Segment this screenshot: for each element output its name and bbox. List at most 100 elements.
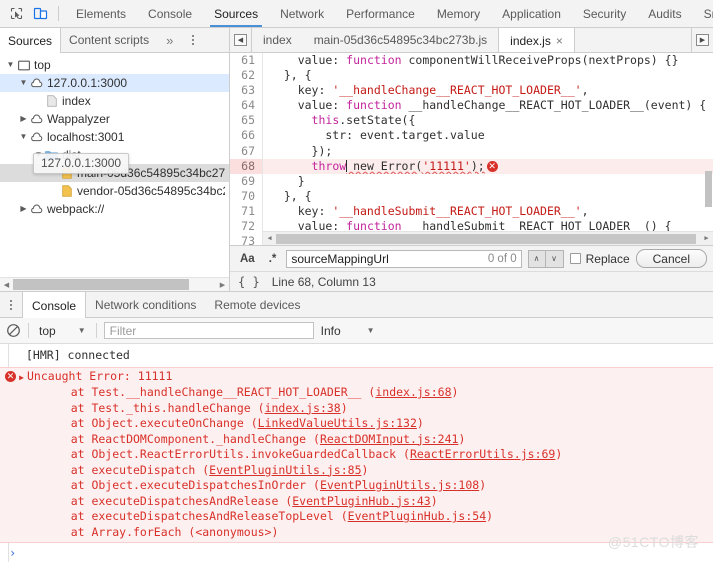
find-input[interactable] <box>291 251 482 266</box>
scroll-right-arrow-icon[interactable]: ▶ <box>216 281 229 289</box>
close-icon[interactable]: × <box>556 34 563 48</box>
replace-checkbox-group[interactable]: Replace <box>569 252 630 266</box>
line-number[interactable]: 73 <box>230 234 263 245</box>
line-number[interactable]: 62 <box>230 68 263 84</box>
line-number[interactable]: 72 <box>230 219 263 235</box>
tree-item-vendor-bundle[interactable]: vendor-05d36c54895c34bc2 <box>0 182 229 200</box>
editor-tab-index[interactable]: index <box>252 28 303 52</box>
pretty-print-icon[interactable]: { } <box>238 275 260 289</box>
find-replace-bar: Aa .* 0 of 0 ∧ ∨ Replace Cancel <box>230 245 713 271</box>
twisty-icon[interactable]: ▶ <box>18 110 29 128</box>
tab-application[interactable]: Application <box>491 0 572 27</box>
cancel-button[interactable]: Cancel <box>635 249 707 268</box>
scrollbar-track[interactable] <box>13 278 216 291</box>
navigator-horizontal-scrollbar[interactable]: ◀ ▶ <box>0 277 229 291</box>
tab-network[interactable]: Network <box>269 0 335 27</box>
twisty-icon[interactable]: ▶ <box>18 200 29 218</box>
execution-context-select[interactable]: top ▼ <box>36 324 89 338</box>
device-toolbar-icon[interactable] <box>32 5 49 22</box>
console-filter-wrapper[interactable] <box>103 322 314 339</box>
nav-tab-sources[interactable]: Sources <box>0 28 62 54</box>
inspect-element-icon[interactable] <box>8 5 25 22</box>
console-level-select[interactable]: Info ▼ <box>321 324 375 338</box>
editor-vertical-scrollbar[interactable] <box>703 53 713 245</box>
line-number[interactable]: 63 <box>230 83 263 99</box>
tab-audits[interactable]: Audits <box>637 0 692 27</box>
tab-elements[interactable]: Elements <box>65 0 137 27</box>
scrollbar-thumb[interactable] <box>13 279 189 290</box>
stack-frame-link[interactable]: index.js:38 <box>265 401 341 415</box>
find-previous-button[interactable]: ∧ <box>527 249 546 268</box>
stack-frame-link[interactable]: ReactErrorUtils.js:69 <box>410 447 555 461</box>
match-case-button[interactable]: Aa <box>236 252 259 266</box>
stack-frame-link[interactable]: EventPluginHub.js:43 <box>292 494 430 508</box>
line-number[interactable]: 64 <box>230 98 263 114</box>
stack-frame-link[interactable]: ReactDOMInput.js:241 <box>320 432 458 446</box>
console-filter-input[interactable] <box>109 323 308 338</box>
replace-checkbox[interactable] <box>569 253 581 264</box>
stack-frame-text: ) <box>451 385 459 399</box>
scrollbar-thumb[interactable] <box>276 234 696 244</box>
console-error-header[interactable]: ✕ ▶ Uncaught Error: 11111 <box>0 369 713 386</box>
tab-security[interactable]: Security <box>572 0 637 27</box>
tab-console[interactable]: Console <box>137 0 203 27</box>
drawer-menu-icon[interactable] <box>0 292 22 317</box>
code-line: 71 key: '__handleSubmit__REACT_HOT_LOADE… <box>230 203 713 220</box>
nav-tab-content-scripts[interactable]: Content scripts <box>61 28 157 52</box>
navigator-menu-icon[interactable] <box>182 28 204 52</box>
stack-frame-link[interactable]: EventPluginUtils.js:108 <box>320 478 479 492</box>
twisty-icon[interactable]: ▼ <box>18 128 29 146</box>
editor-horizontal-scrollbar[interactable]: ◀ ▶ <box>263 231 713 245</box>
code-editor[interactable]: 61 value: function componentWillReceiveP… <box>230 53 713 245</box>
toolbar-divider <box>28 323 29 338</box>
tree-item-localhost-3001[interactable]: ▼ localhost:3001 <box>0 128 229 146</box>
drawer-tab-network-conditions[interactable]: Network conditions <box>86 292 205 317</box>
stack-frame-link[interactable]: EventPluginUtils.js:85 <box>209 463 361 477</box>
console-error-message[interactable]: ✕ ▶ Uncaught Error: 11111 at Test.__hand… <box>0 366 713 543</box>
find-input-wrapper[interactable]: 0 of 0 <box>286 249 522 268</box>
tab-sources[interactable]: Sources <box>203 0 269 27</box>
regex-toggle-button[interactable]: .* <box>265 252 281 266</box>
console-message-list[interactable]: [HMR] connected ✕ ▶ Uncaught Error: 1111… <box>0 344 713 562</box>
tree-item-127-0-0-1-3000[interactable]: ▼ 127.0.0.1:3000 <box>0 74 229 92</box>
scroll-left-arrow-icon[interactable]: ◀ <box>0 281 13 289</box>
editor-tabs-scroll-left-button[interactable]: ◀ <box>230 28 252 52</box>
nav-more-tabs-icon[interactable]: » <box>157 28 182 52</box>
scroll-right-arrow-icon[interactable]: ▶ <box>700 231 713 245</box>
line-number[interactable]: 67 <box>230 143 263 159</box>
tree-item-label: top <box>34 58 51 72</box>
find-next-button[interactable]: ∨ <box>545 249 564 268</box>
editor-tab-main-bundle[interactable]: main-05d36c54895c34bc273b.js <box>303 28 498 52</box>
drawer-tab-remote-devices[interactable]: Remote devices <box>205 292 309 317</box>
editor-tab-index-js[interactable]: index.js × <box>498 28 575 52</box>
line-number[interactable]: 65 <box>230 113 263 129</box>
tree-item-top[interactable]: ▼ top <box>0 56 229 74</box>
expand-triangle-icon[interactable]: ▶ <box>16 370 27 386</box>
tree-item-webpack[interactable]: ▶ webpack:// <box>0 200 229 218</box>
find-nav-buttons: ∧ ∨ <box>527 249 564 268</box>
tab-snippets-truncated[interactable]: Sn <box>693 0 713 27</box>
tree-item-index[interactable]: index <box>0 92 229 110</box>
line-number[interactable]: 61 <box>230 53 263 69</box>
twisty-icon[interactable]: ▼ <box>5 56 16 74</box>
drawer-tab-console[interactable]: Console <box>22 292 87 319</box>
scroll-left-arrow-icon[interactable]: ◀ <box>263 231 276 245</box>
line-number[interactable]: 66 <box>230 128 263 144</box>
code-token: ); <box>470 158 485 173</box>
scrollbar-thumb[interactable] <box>705 171 712 207</box>
line-number[interactable]: 70 <box>230 188 263 204</box>
console-prompt[interactable]: › <box>0 543 713 561</box>
tab-performance[interactable]: Performance <box>335 0 426 27</box>
stack-frame-link[interactable]: LinkedValueUtils.js:132 <box>258 416 417 430</box>
line-number[interactable]: 71 <box>230 203 263 220</box>
stack-frame-link[interactable]: index.js:68 <box>375 385 451 399</box>
line-number[interactable]: 68 <box>230 158 263 174</box>
clear-console-icon[interactable] <box>6 323 21 338</box>
inline-error-icon[interactable]: ✕ <box>486 160 498 172</box>
tab-memory[interactable]: Memory <box>426 0 491 27</box>
line-number[interactable]: 69 <box>230 173 263 189</box>
editor-tabs-scroll-right-button[interactable]: ▶ <box>691 28 713 52</box>
stack-frame-link[interactable]: EventPluginHub.js:54 <box>348 509 486 523</box>
tree-item-wappalyzer[interactable]: ▶ Wappalyzer <box>0 110 229 128</box>
twisty-icon[interactable]: ▼ <box>18 74 29 92</box>
